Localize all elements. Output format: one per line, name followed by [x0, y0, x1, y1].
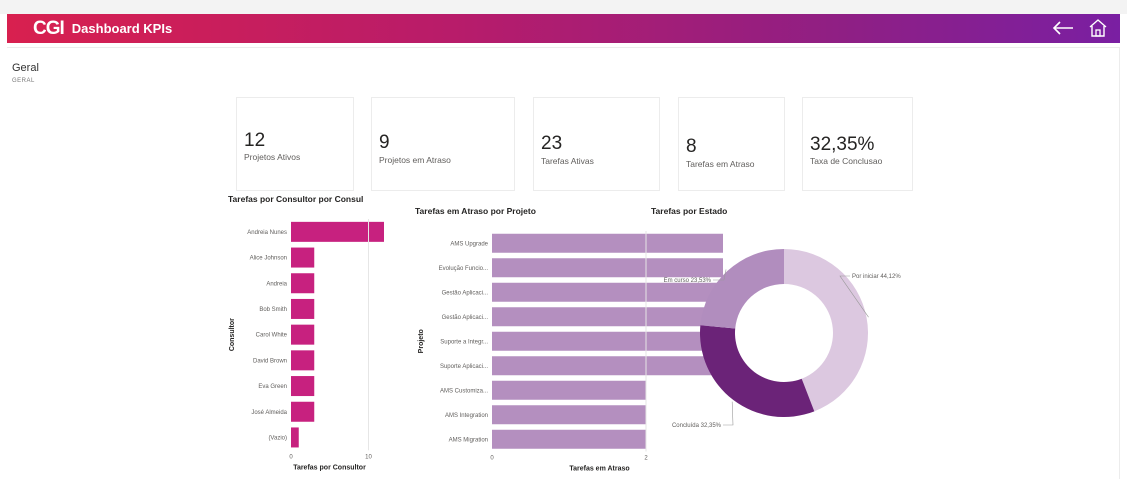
- kpi-label: Projetos Ativos: [244, 152, 301, 162]
- bar[interactable]: [291, 273, 315, 294]
- app-header: CGI Dashboard KPIs: [7, 14, 1120, 43]
- cgi-logo: CGI: [33, 17, 65, 39]
- kpi-card-tarefas-em-atraso[interactable]: 8 Tarefas em Atraso: [678, 97, 785, 191]
- kpi-label: Taxa de Conclusao: [810, 156, 883, 166]
- kpi-card-projetos-em-atraso[interactable]: 9 Projetos em Atraso: [371, 97, 515, 191]
- kpi-value: 23: [541, 133, 563, 154]
- x-tick-label: 2: [644, 456, 648, 462]
- bar[interactable]: [492, 380, 646, 400]
- bar[interactable]: [291, 324, 315, 345]
- category-label: (Vazio): [268, 435, 287, 441]
- bar[interactable]: [492, 405, 646, 425]
- kpi-label: Projetos em Atraso: [379, 155, 451, 165]
- category-label: Carol White: [256, 333, 288, 339]
- category-label: AMS Customiza...: [440, 388, 488, 394]
- slice-label: Por iniciar 44,12%: [852, 274, 901, 280]
- bar-chart-tarefas-em-atraso[interactable]: AMS Upgrade Evolução Funcio... Gestão Apli…: [412, 222, 723, 479]
- bar[interactable]: [492, 429, 646, 449]
- x-tick-label: 10: [365, 454, 372, 460]
- slice-label: Concluída 32,35%: [672, 423, 722, 429]
- dashboard-title: Dashboard KPIs: [71, 21, 173, 36]
- chart-title-tarefas-em-atraso: Tarefas em Atraso por Projeto: [415, 206, 536, 216]
- category-label: Andreia: [266, 281, 287, 287]
- kpi-value: 12: [244, 130, 266, 151]
- x-tick-label: 0: [490, 456, 494, 462]
- bar[interactable]: [291, 247, 315, 268]
- category-label: Gestão Aplicaci...: [442, 315, 489, 321]
- donut-slice[interactable]: [700, 325, 815, 417]
- chart-title-tarefas-por-estado: Tarefas por Estado: [651, 206, 728, 216]
- page-border: [1119, 48, 1120, 479]
- category-label: Andreia Nunes: [247, 230, 287, 236]
- kpi-value: 8: [686, 136, 697, 157]
- category-label: AMS Integration: [445, 413, 488, 419]
- page-subtitle: GERAL: [12, 78, 35, 84]
- category-label: Eva Green: [258, 384, 287, 390]
- x-axis-title: Tarefas em Atraso: [569, 466, 629, 473]
- back-arrow-icon[interactable]: [1052, 17, 1074, 39]
- bar[interactable]: [291, 298, 315, 319]
- kpi-card-tarefas-ativas[interactable]: 23 Tarefas Ativas: [533, 97, 660, 191]
- leader-line: [723, 401, 734, 426]
- category-label: Gestão Aplicaci...: [442, 290, 489, 296]
- kpi-label: Tarefas Ativas: [541, 156, 594, 166]
- kpi-label: Tarefas em Atraso: [686, 159, 755, 169]
- category-label: David Brown: [253, 358, 287, 364]
- bar-chart-tarefas-por-consultor[interactable]: Andreia Nunes Alice Johnson Andreia Bob Smi…: [222, 212, 397, 479]
- bar[interactable]: [291, 221, 384, 242]
- y-axis-title: Projeto: [418, 329, 425, 353]
- bar[interactable]: [291, 427, 299, 448]
- category-label: Suporte Aplicaci...: [440, 364, 488, 370]
- donut-slice[interactable]: [700, 249, 784, 329]
- category-label: AMS Upgrade: [450, 241, 488, 247]
- category-label: Evolução Funcio...: [439, 266, 489, 272]
- window-top-strip: [0, 0, 1127, 14]
- y-axis-title: Consultor: [229, 318, 236, 351]
- donut-chart-tarefas-por-estado[interactable]: Por iniciar 44,12% Concluída 32,35% Em cur…: [640, 222, 910, 452]
- kpi-value: 32,35%: [810, 134, 875, 155]
- kpi-value: 9: [379, 132, 390, 153]
- kpi-card-taxa-de-conclusao[interactable]: 32,35% Taxa de Conclusao: [802, 97, 913, 191]
- category-label: Suporte a Integr...: [440, 339, 488, 345]
- header-divider: [7, 47, 1120, 48]
- slice-label: Em curso 23,53%: [664, 278, 712, 284]
- bar[interactable]: [291, 350, 315, 371]
- home-icon[interactable]: [1088, 17, 1108, 39]
- x-tick-label: 0: [289, 454, 293, 460]
- category-label: AMS Migration: [449, 437, 488, 443]
- page-title: Geral: [12, 62, 39, 74]
- bar[interactable]: [291, 401, 315, 422]
- kpi-card-projetos-ativos[interactable]: 12 Projetos Ativos: [236, 97, 354, 191]
- category-label: Alice Johnson: [250, 256, 287, 262]
- chart-title-tarefas-por-consultor: Tarefas por Consultor por Consul: [228, 194, 364, 204]
- category-label: Bob Smith: [259, 307, 287, 313]
- category-label: José Almeida: [251, 410, 287, 416]
- x-axis-title: Tarefas por Consultor: [293, 464, 366, 471]
- bar[interactable]: [291, 376, 315, 397]
